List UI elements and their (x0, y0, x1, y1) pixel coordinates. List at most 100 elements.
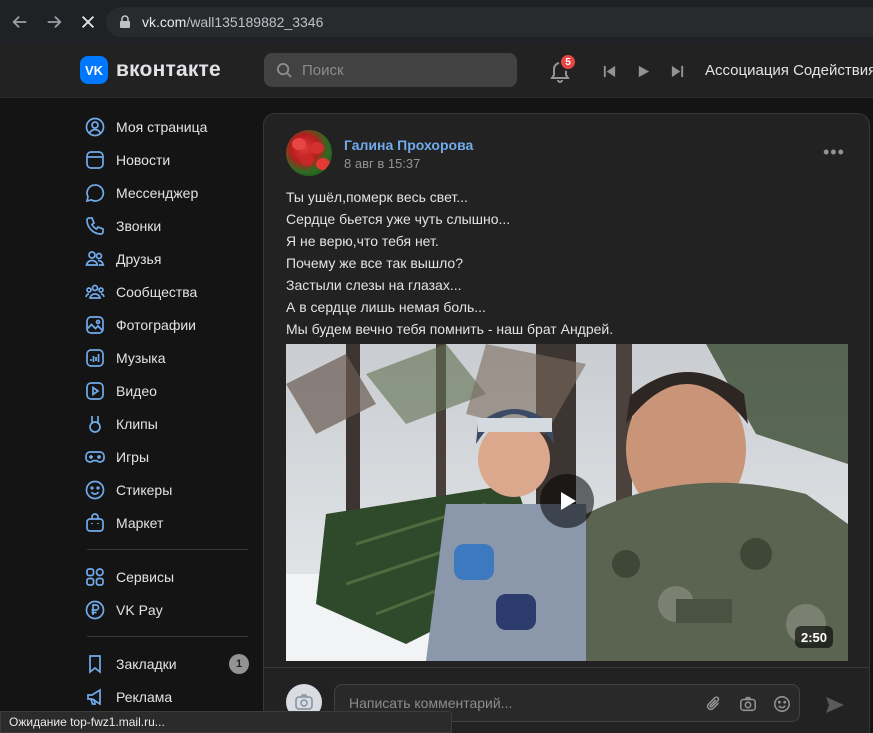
camera-icon[interactable] (738, 694, 758, 714)
market-icon (84, 512, 106, 534)
comment-placeholder: Написать комментарий... (349, 695, 513, 711)
post-text-line: Сердце бьется уже чуть слышно... (286, 211, 511, 227)
sidebar-item-label: Друзья (116, 250, 162, 267)
search-placeholder: Поиск (302, 61, 344, 79)
url-host: vk.com (142, 14, 187, 30)
address-bar[interactable]: vk.com/wall135189882_3346 (106, 7, 873, 37)
sidebar-item-label: Стикеры (116, 481, 173, 498)
post-date[interactable]: 8 авг в 15:37 (344, 156, 420, 171)
vk-logo-icon: VK (80, 56, 108, 84)
post-text-line: Застыли слезы на глазах... (286, 277, 462, 293)
sidebar-item-calls[interactable]: Звонки (80, 209, 255, 242)
sidebar-item-services[interactable]: Сервисы (80, 560, 255, 593)
sidebar-item-label: Звонки (116, 217, 162, 234)
emoji-icon[interactable] (772, 694, 792, 714)
friends-icon (84, 248, 106, 270)
sidebar-item-label: Видео (116, 382, 157, 399)
search-icon (276, 62, 292, 78)
left-sidebar: Моя страница Новости Мессенджер Звонки Д… (80, 110, 255, 713)
sidebar-item-my-page[interactable]: Моя страница (80, 110, 255, 143)
play-video-button[interactable] (540, 474, 594, 528)
post-text-line: А в сердце лишь немая боль... (286, 299, 486, 315)
back-arrow-icon[interactable] (6, 8, 34, 36)
wall-post: Галина Прохорова 8 авг в 15:37 ••• Ты уш… (263, 113, 870, 733)
browser-status-bar: Ожидание top-fwz1.mail.ru... (0, 711, 452, 733)
bookmarks-count-badge: 1 (229, 654, 249, 674)
sidebar-item-ads[interactable]: Реклама (80, 680, 255, 713)
sidebar-item-label: Маркет (116, 514, 164, 531)
post-text: Ты ушёл,померк весь свет... Сердце бьетс… (286, 186, 846, 340)
music-icon (84, 347, 106, 369)
stop-loading-icon[interactable] (74, 8, 102, 36)
sidebar-item-music[interactable]: Музыка (80, 341, 255, 374)
messenger-icon (84, 182, 106, 204)
user-circle-icon (84, 116, 106, 138)
sidebar-divider (87, 636, 248, 637)
sidebar-divider (87, 549, 248, 550)
comment-input-actions (704, 694, 792, 714)
sidebar-item-label: Сервисы (116, 568, 175, 585)
sidebar-item-games[interactable]: Игры (80, 440, 255, 473)
lock-icon (120, 15, 130, 28)
vk-logo[interactable]: VK вконтакте (80, 56, 221, 84)
post-text-line: Мы будем вечно тебя помнить - наш брат А… (286, 321, 614, 337)
post-text-line: Ты ушёл,померк весь свет... (286, 189, 468, 205)
sidebar-item-label: Новости (116, 151, 171, 168)
sidebar-item-clips[interactable]: Клипы (80, 407, 255, 440)
post-text-line: Я не верю,что тебя нет. (286, 233, 439, 249)
video-icon (84, 380, 106, 402)
logo-text: вконтакте (116, 58, 221, 81)
previous-track-icon[interactable] (600, 62, 618, 80)
sidebar-item-vk-pay[interactable]: VK Pay (80, 593, 255, 626)
bookmark-icon (84, 653, 106, 675)
more-options-icon[interactable]: ••• (823, 143, 845, 161)
games-icon (84, 446, 106, 468)
sidebar-item-news[interactable]: Новости (80, 143, 255, 176)
sidebar-item-label: VK Pay (116, 601, 163, 618)
paperclip-icon[interactable] (704, 694, 724, 714)
play-icon[interactable] (634, 62, 652, 80)
megaphone-icon (84, 686, 106, 708)
sidebar-item-video[interactable]: Видео (80, 374, 255, 407)
clips-icon (84, 413, 106, 435)
sidebar-item-messenger[interactable]: Мессенджер (80, 176, 255, 209)
vkpay-icon (84, 599, 106, 621)
post-author-name[interactable]: Галина Прохорова (344, 137, 473, 153)
sidebar-item-label: Фотографии (116, 316, 197, 333)
sidebar-item-label: Моя страница (116, 118, 208, 135)
next-track-icon[interactable] (668, 62, 686, 80)
stickers-icon (84, 479, 106, 501)
notifications-badge: 5 (559, 53, 577, 71)
url-path: /wall135189882_3346 (186, 14, 324, 30)
sidebar-item-label: Клипы (116, 415, 158, 432)
now-playing-title[interactable]: Ассоциация Содействия (705, 62, 873, 79)
sidebar-item-photos[interactable]: Фотографии (80, 308, 255, 341)
site-header: VK вконтакте Поиск 5 Ассоциация Содейств… (0, 44, 873, 98)
author-avatar[interactable] (286, 130, 332, 176)
browser-toolbar: vk.com/wall135189882_3346 (0, 0, 873, 44)
sidebar-item-communities[interactable]: Сообщества (80, 275, 255, 308)
post-text-line: Почему же все так вышло? (286, 255, 463, 271)
forward-arrow-icon[interactable] (40, 8, 68, 36)
search-input[interactable]: Поиск (264, 53, 517, 87)
play-icon (561, 492, 576, 510)
sidebar-item-label: Мессенджер (116, 184, 199, 201)
sidebar-item-stickers[interactable]: Стикеры (80, 473, 255, 506)
sidebar-item-bookmarks[interactable]: Закладки 1 (80, 647, 255, 680)
sidebar-item-label: Реклама (116, 688, 173, 705)
sidebar-item-label: Музыка (116, 349, 166, 366)
sidebar-item-label: Сообщества (116, 283, 198, 300)
photos-icon (84, 314, 106, 336)
sidebar-item-friends[interactable]: Друзья (80, 242, 255, 275)
phone-icon (84, 215, 106, 237)
sidebar-item-label: Закладки (116, 655, 177, 672)
sidebar-item-market[interactable]: Маркет (80, 506, 255, 539)
audio-player-controls (600, 62, 686, 80)
video-duration: 2:50 (795, 626, 834, 648)
communities-icon (84, 281, 106, 303)
sidebar-item-label: Игры (116, 448, 150, 465)
send-icon[interactable] (824, 694, 846, 716)
news-icon (84, 149, 106, 171)
services-icon (84, 566, 106, 588)
video-player[interactable]: 2:50 (286, 344, 848, 661)
